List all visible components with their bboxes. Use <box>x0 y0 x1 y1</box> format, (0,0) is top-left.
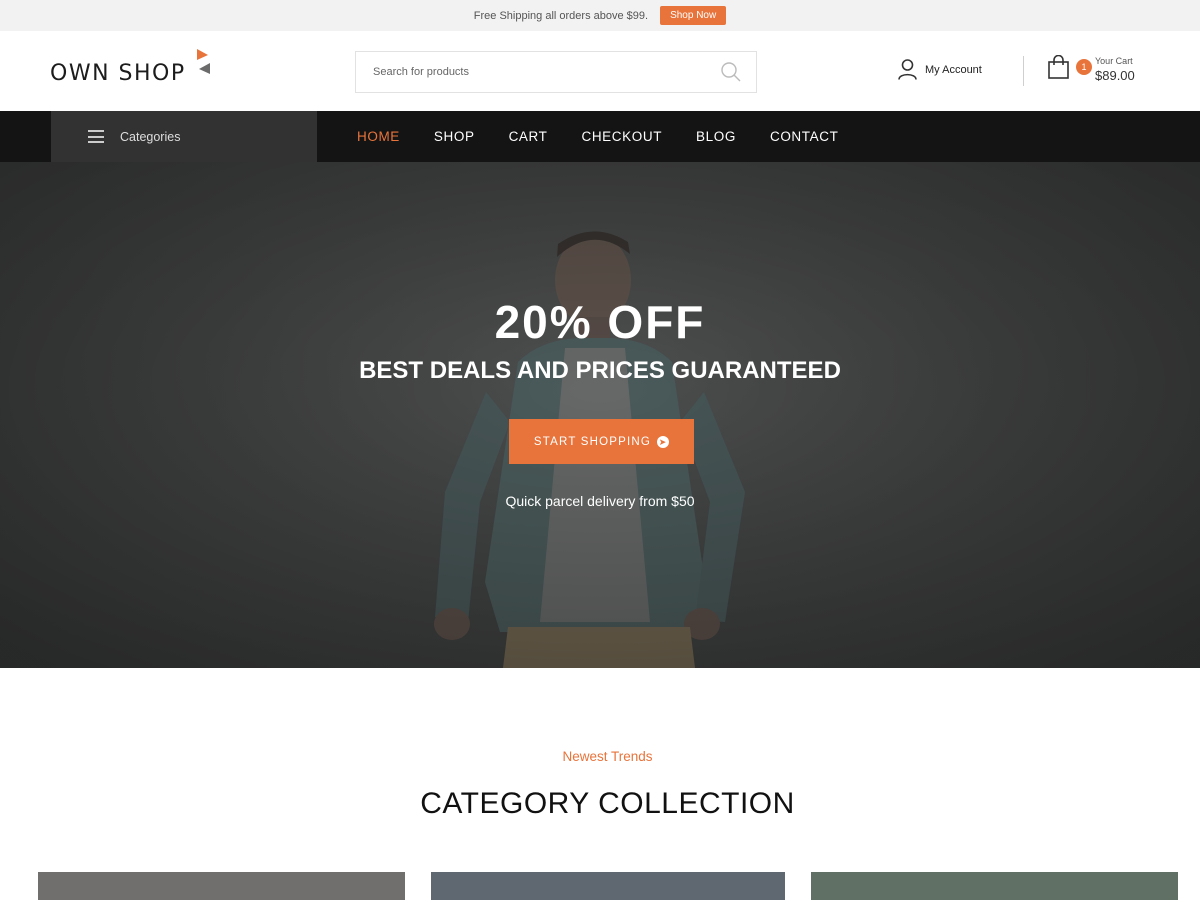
section-kicker: Newest Trends <box>562 749 653 764</box>
category-card[interactable] <box>38 872 405 900</box>
user-icon <box>898 59 917 80</box>
category-card[interactable] <box>431 872 785 900</box>
hero-title: 20% OFF <box>494 296 706 348</box>
shipping-notice: Free Shipping all orders above $99. <box>473 9 649 22</box>
hero-delivery-note: Quick parcel delivery from $50 <box>505 493 695 509</box>
menu-icon <box>88 130 104 143</box>
nav-link-shop[interactable]: SHOP <box>417 129 492 144</box>
cart-total: $89.00 <box>1095 68 1135 83</box>
cart-widget[interactable]: 1 Your Cart $89.00 <box>1047 53 1157 93</box>
arrow-circle-right-icon: ➤ <box>657 435 670 448</box>
search-input[interactable] <box>373 66 720 78</box>
site-header: OWN SHOP My Account 1 Your Cart $89.00 <box>0 31 1200 111</box>
nav-links: HOME SHOP CART CHECKOUT BLOG CONTACT <box>340 111 855 162</box>
search-bar <box>355 51 757 93</box>
category-card[interactable] <box>811 872 1178 900</box>
main-navigation: Categories HOME SHOP CART CHECKOUT BLOG … <box>0 111 1200 162</box>
start-shopping-label: START SHOPPING <box>533 435 652 448</box>
site-logo[interactable]: OWN SHOP <box>50 61 186 86</box>
hero-model-image <box>0 162 1200 668</box>
my-account-link[interactable]: My Account <box>898 59 982 80</box>
nav-link-blog[interactable]: BLOG <box>679 129 753 144</box>
shop-now-button[interactable]: Shop Now <box>660 6 727 25</box>
start-shopping-button[interactable]: START SHOPPING ➤ <box>509 419 694 464</box>
shopping-bag-icon <box>1048 55 1069 79</box>
top-announcement-bar: Free Shipping all orders above $99. Shop… <box>0 0 1200 31</box>
section-title: CATEGORY COLLECTION <box>420 787 795 820</box>
categories-label: Categories <box>120 129 181 144</box>
categories-menu-button[interactable]: Categories <box>51 111 317 162</box>
search-icon[interactable] <box>720 61 742 83</box>
nav-link-contact[interactable]: CONTACT <box>753 129 855 144</box>
cart-label: Your Cart <box>1095 56 1133 66</box>
header-divider <box>1023 56 1024 86</box>
flag-logo-icon <box>197 49 210 74</box>
nav-link-checkout[interactable]: CHECKOUT <box>564 129 679 144</box>
nav-link-home[interactable]: HOME <box>340 129 417 144</box>
hero-banner: 20% OFF BEST DEALS AND PRICES GUARANTEED… <box>0 162 1200 668</box>
nav-link-cart[interactable]: CART <box>492 129 565 144</box>
my-account-label: My Account <box>925 63 982 76</box>
hero-subtitle: BEST DEALS AND PRICES GUARANTEED <box>359 357 841 384</box>
cart-count-badge: 1 <box>1076 59 1092 75</box>
